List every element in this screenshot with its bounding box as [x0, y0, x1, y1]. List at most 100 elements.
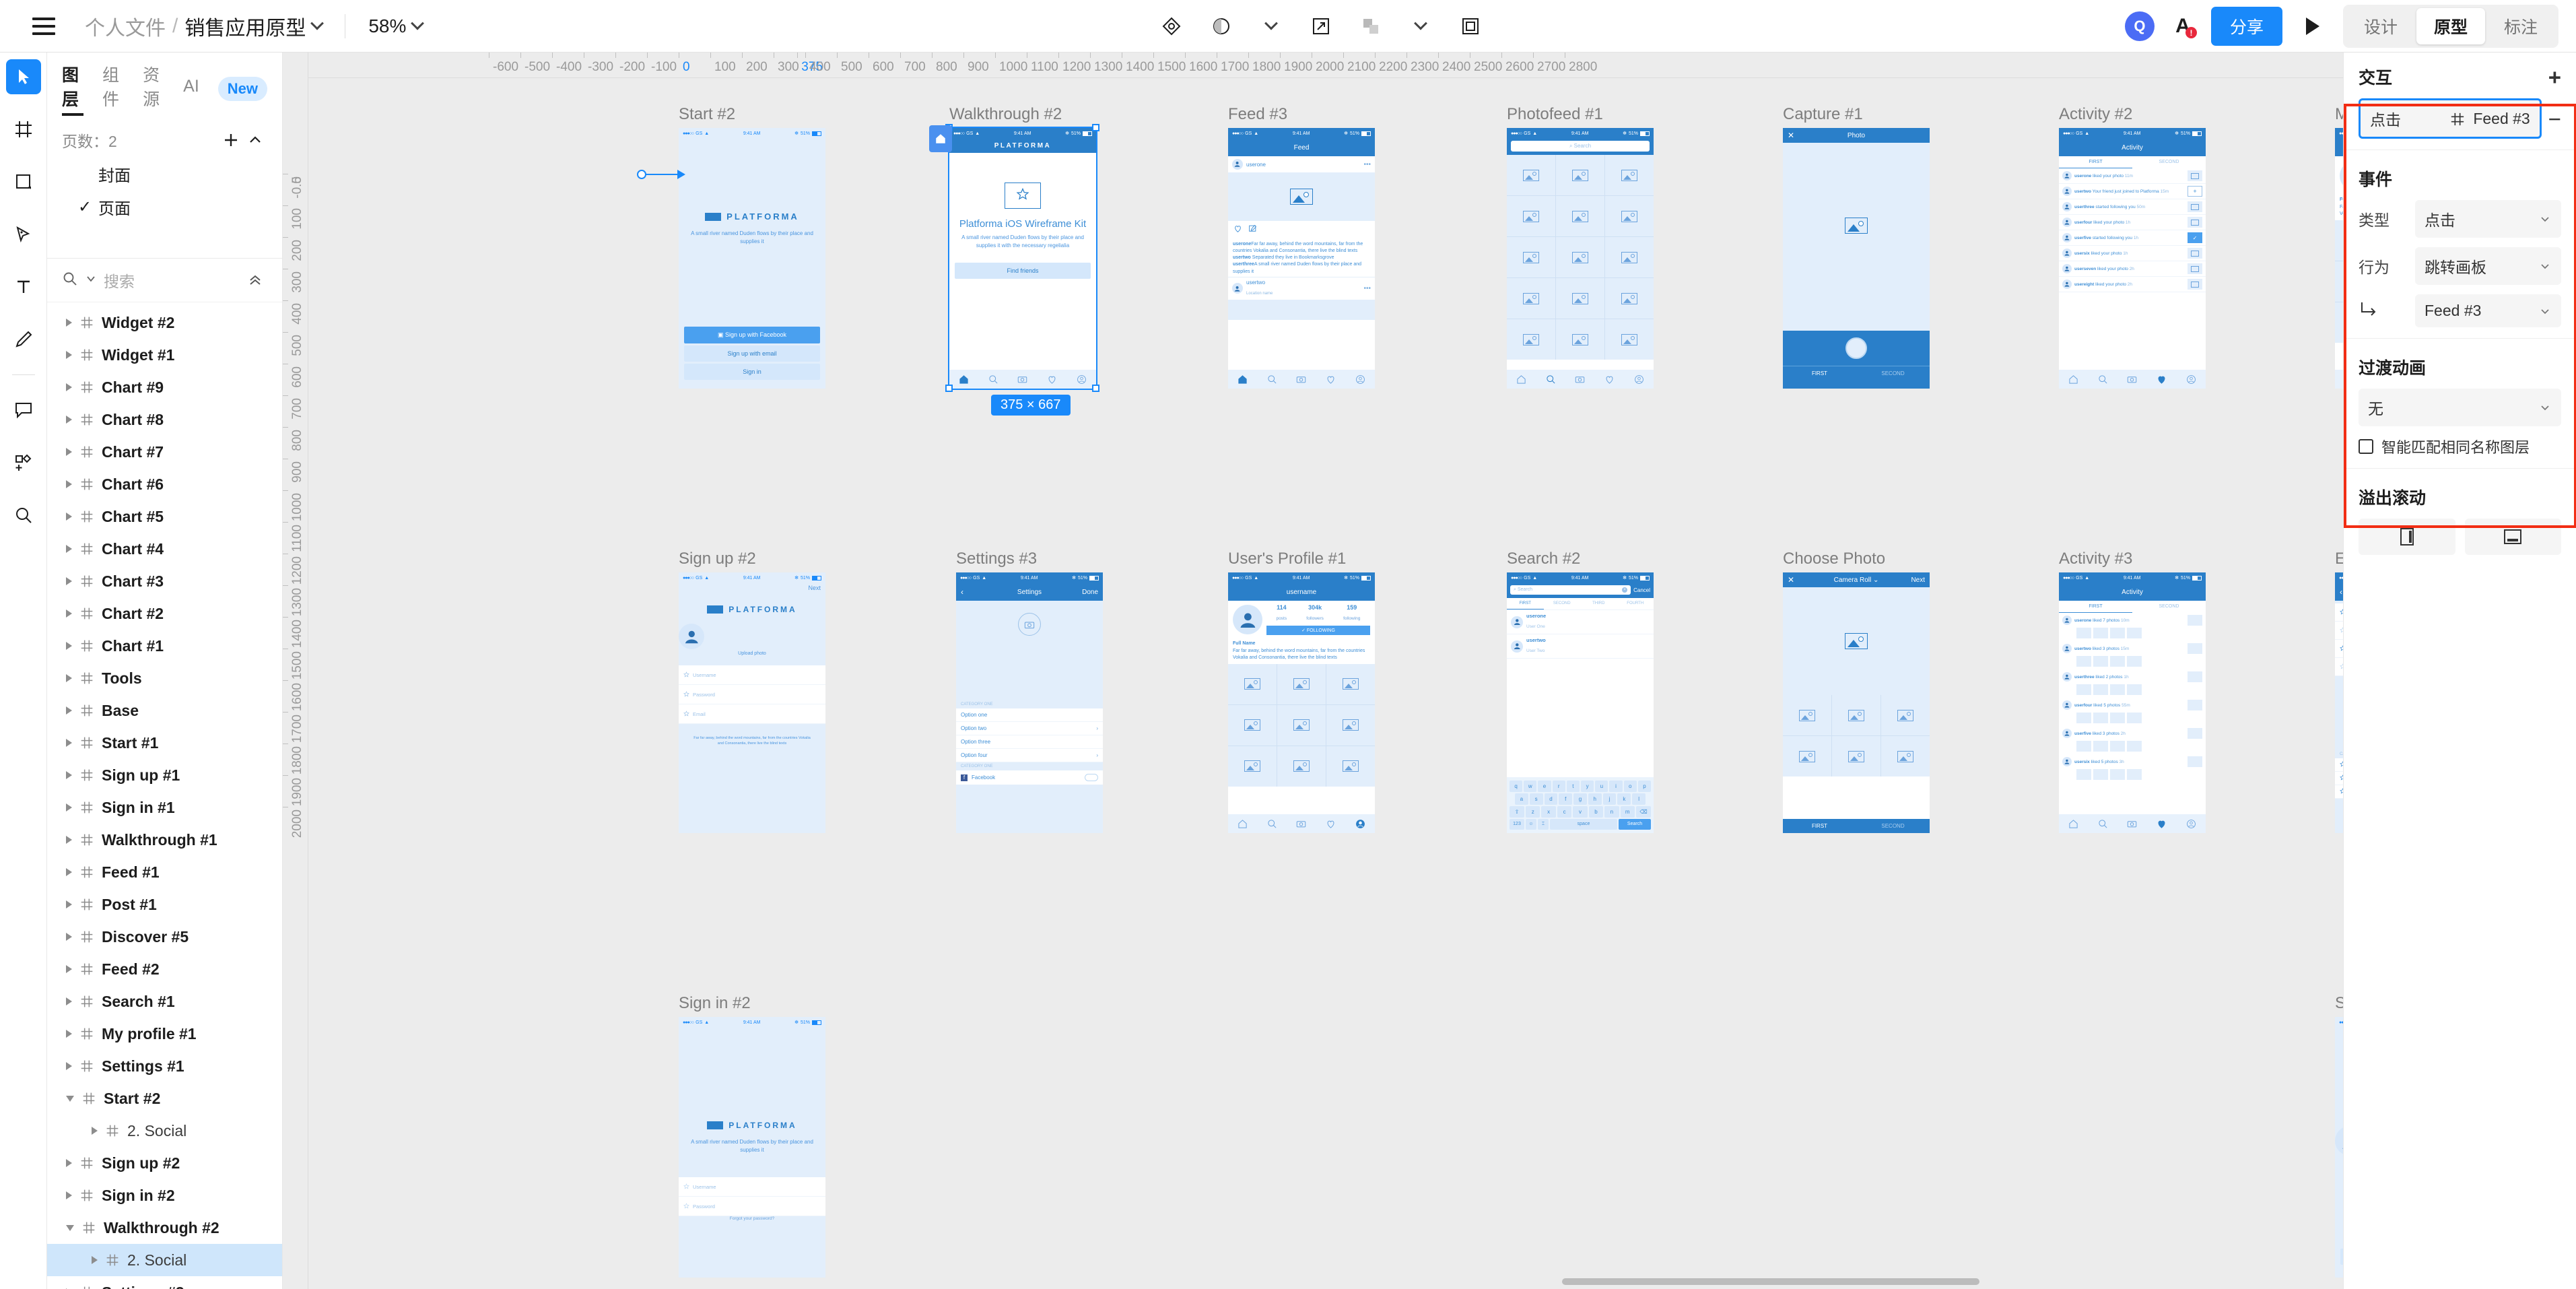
artboard[interactable]: Start #8 ●●●○○ GS ▲9:41 AM✻ 51% PLATFORMA…	[2335, 994, 2343, 1278]
chevron-right-icon[interactable]	[66, 383, 72, 391]
artboard-content[interactable]: ●●●○○ GS ▲ 9:41 AM ✻ 51% ⌕ Search × Cancel FI…	[1507, 572, 1654, 833]
tab-layers[interactable]: 图层	[62, 62, 84, 116]
cancel-button[interactable]: Cancel	[1633, 587, 1650, 593]
tab-annotate[interactable]: 标注	[2486, 8, 2555, 44]
tab-prototype[interactable]: 原型	[2416, 8, 2485, 44]
chevron-right-icon[interactable]	[66, 480, 72, 488]
opacity-icon[interactable]	[1208, 13, 1235, 40]
key-m[interactable]: m	[1620, 806, 1635, 818]
comment-icon[interactable]	[6, 393, 41, 428]
artboard-label[interactable]: Feed #3	[1228, 105, 1287, 124]
key-c[interactable]: c	[1557, 806, 1572, 818]
layer-row[interactable]: Feed #2	[47, 953, 282, 985]
activity-row[interactable]: userthree liked 2 photos 1h	[2059, 669, 2206, 684]
artboard[interactable]: Edit Profile #1●●●○○ GS ▲9:41 AM✻ 51% ‹O…	[2335, 550, 2343, 833]
avatar[interactable]: Q	[2124, 11, 2155, 41]
tab-search[interactable]	[1546, 374, 1556, 385]
thumbnail[interactable]	[2127, 741, 2142, 752]
chevron-right-icon[interactable]	[66, 965, 72, 973]
layer-row[interactable]: Settings #3	[47, 1276, 282, 1289]
layer-row[interactable]: Chart #5	[47, 500, 282, 533]
key-f[interactable]: f	[1559, 793, 1573, 805]
key-k[interactable]: k	[1617, 793, 1631, 805]
thumbnail[interactable]	[2188, 643, 2202, 654]
photo-cell[interactable]	[2335, 220, 2343, 261]
resize-handle[interactable]	[945, 385, 953, 392]
cursor-select-icon[interactable]	[5, 59, 41, 94]
layer-row[interactable]: Base	[47, 694, 282, 727]
search-result[interactable]: usertwo User Two	[1507, 634, 1654, 659]
photo-cell[interactable]	[1556, 278, 1604, 319]
artboard-label[interactable]: Sign up #2	[679, 550, 756, 568]
input-field[interactable]: greatsimple.io	[2335, 640, 2343, 658]
key-space[interactable]: space	[1550, 819, 1617, 830]
photo-cell[interactable]	[2335, 302, 2343, 343]
key-p[interactable]: p	[1637, 781, 1652, 792]
thumbnail[interactable]	[2076, 741, 2091, 752]
tab-first[interactable]: FIRST	[2059, 156, 2132, 168]
layer-row[interactable]: Start #2	[47, 1082, 282, 1115]
search-tab[interactable]: THIRD	[1580, 598, 1617, 609]
key-backspace[interactable]: ⌫	[1635, 806, 1651, 818]
like-icon[interactable]	[1233, 224, 1242, 236]
key-z[interactable]: z	[1526, 806, 1540, 818]
artboard[interactable]: My Profile #2 ●●●○○ GS ▲9:41 AM✻ 51% user…	[2335, 105, 2343, 389]
thumbnail[interactable]	[2093, 628, 2108, 638]
signin-button[interactable]: Sign in	[684, 364, 820, 380]
layer-row[interactable]: Chart #9	[47, 371, 282, 403]
layer-row[interactable]: Post #1	[47, 888, 282, 921]
artboard-content[interactable]: ●●●○○ GS ▲ 9:41 AM ✻ 51% ⌕ Search	[1507, 128, 1654, 389]
clear-icon[interactable]: ×	[1622, 587, 1628, 593]
key-123[interactable]: 123	[1510, 819, 1524, 830]
artboard-label[interactable]: Walkthrough #2	[949, 105, 1062, 124]
key-t[interactable]: t	[1566, 781, 1580, 792]
input-field[interactable]: Bio	[2335, 658, 2343, 676]
thumbnail[interactable]	[2188, 728, 2202, 739]
tab-profile[interactable]	[1634, 374, 1644, 385]
thumbnail[interactable]	[2076, 684, 2091, 695]
artboard-content[interactable]: ●●●○○ GS ▲9:41 AM✻ 51% usernameEdit114po…	[2335, 128, 2343, 389]
tab-first[interactable]: FIRST	[1783, 819, 1856, 833]
chevron-right-icon[interactable]	[92, 1127, 98, 1135]
input-field[interactable]: Username	[679, 1177, 825, 1197]
tab-home[interactable]	[2068, 819, 2078, 829]
settings-option[interactable]: Option two›	[956, 722, 1103, 735]
artboard[interactable]: Sign up #2 ●●●○○ GS ▲ 9:41 AM ✻ 51% Next PLA…	[679, 550, 825, 833]
tab-activity[interactable]	[1326, 374, 1336, 385]
thumbnail[interactable]	[2127, 628, 2142, 638]
key-o[interactable]: o	[1623, 781, 1637, 792]
plus-icon[interactable]	[219, 128, 243, 152]
artboard[interactable]: Start #2 ●●●○○ GS ▲ 9:41 AM ✻ 51% PLATFORMA…	[679, 105, 825, 389]
layer-row[interactable]: Sign in #1	[47, 791, 282, 824]
search-tab[interactable]: SECOND	[1544, 598, 1581, 609]
activity-row[interactable]: userfour liked 5 photos 55m	[2059, 698, 2206, 713]
chevron-up-icon[interactable]	[243, 128, 267, 152]
photo-cell[interactable]	[1277, 746, 1326, 787]
vertical-ruler[interactable]: -0.5 0 100 200 300 400 500 600 700 800 900 1000 1100…	[283, 53, 308, 1289]
artboard-content[interactable]: ●●●○○ GS ▲ 9:41 AM ✻ 51% Feed userone ••• use…	[1228, 128, 1375, 389]
search-tab[interactable]: FIRST	[1507, 598, 1544, 609]
tab-activity[interactable]	[2157, 374, 2167, 385]
artboard-content[interactable]: ●●●○○ GS ▲9:41 AM✻ 51% ‹OptionsDone Full …	[2335, 572, 2343, 833]
tab-search[interactable]	[1267, 819, 1277, 829]
activity-row[interactable]: usersix liked your photo 1h	[2059, 246, 2206, 261]
artboard-content[interactable]: ✕ Camera Roll ⌄ Next FIRST SECOND	[1783, 572, 1930, 833]
artboard-content[interactable]: ●●●○○ GS ▲ 9:41 AM ✻ 51% PLATFORMA A small …	[679, 128, 825, 389]
chevron-right-icon[interactable]	[66, 351, 72, 359]
layer-row[interactable]: Settings #1	[47, 1050, 282, 1082]
artboard-content[interactable]: ●●●○○ GS ▲ 9:41 AM ✻ 51% Activity FIRST SECO…	[2059, 572, 2206, 833]
chevron-down-icon[interactable]	[310, 16, 325, 30]
photo-cell[interactable]	[1228, 746, 1277, 787]
chevron-down-icon[interactable]	[1258, 13, 1285, 40]
activity-row[interactable]: userone liked your photo 11m	[2059, 168, 2206, 184]
tab-profile[interactable]	[2186, 374, 2196, 385]
horizontal-ruler[interactable]: -600 -500 -400 -300 -200 -100 0 100 200 300 375 400…	[283, 53, 2343, 78]
input-field[interactable]: Username	[679, 665, 825, 685]
tab-profile[interactable]	[1355, 374, 1365, 385]
artboard-label[interactable]: User's Profile #1	[1228, 550, 1346, 568]
photo-cell[interactable]	[1277, 663, 1326, 704]
share-button[interactable]: 分享	[2210, 7, 2282, 46]
thumbnail[interactable]	[2076, 656, 2091, 667]
layer-row[interactable]: Sign in #2	[47, 1179, 282, 1212]
chevron-right-icon[interactable]	[66, 416, 72, 424]
